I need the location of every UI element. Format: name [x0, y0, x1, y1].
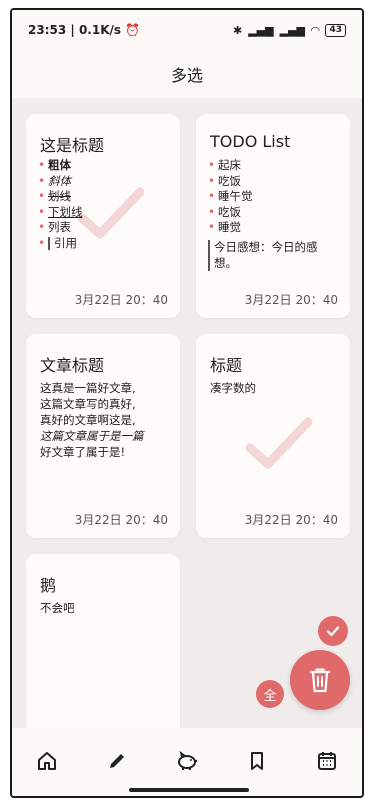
note-date: 3月22日 20：40 [244, 513, 338, 527]
list-item: • 吃饭 [208, 204, 241, 219]
note-body: 这真是一篇好文章, 这篇文章写的真好, 真好的文章啊这是, 这篇文章属于是一篇 … [40, 381, 144, 459]
piggy-bank-icon [178, 750, 197, 770]
list-item: • 睡觉 [208, 220, 241, 234]
confirm-select-button[interactable] [318, 616, 348, 646]
page-title: 多选 [170, 66, 203, 85]
note-card[interactable]: 标题 凑字数的 3月22日 20：40 [196, 334, 350, 538]
wifi-icon: ◠ [311, 23, 320, 37]
list-item: • 吃饭 [208, 173, 241, 188]
list-item: • 粗体 [38, 158, 71, 172]
note-date: 3月22日 20：40 [74, 513, 168, 527]
home-indicator [129, 788, 249, 792]
notes-grid: 这是标题 • 粗体 • 斜体 • 划线 • 下划线 • 列表 • 引用 3月22日 20：4… [12, 98, 362, 728]
select-all-button[interactable]: 全 [256, 680, 284, 708]
note-body: 凑字数的 [210, 381, 256, 395]
home-icon [38, 752, 56, 770]
note-title: 标题 [210, 356, 243, 375]
pencil-icon [110, 754, 124, 768]
nav-calendar[interactable] [312, 746, 342, 776]
signal-icon: ▂▄▆ [248, 23, 274, 37]
status-speed: 0.1K/s [78, 23, 122, 37]
list-item: • 睡午觉 [208, 189, 253, 203]
trash-icon [309, 668, 331, 693]
battery-icon: 43 [325, 23, 346, 37]
note-date: 3月22日 20：40 [74, 293, 168, 307]
nav-edit[interactable] [102, 746, 132, 776]
phone-frame: 23:53 | 0.1K/s ⏰ ✱ ▂▄▆ ▂▄▆ ◠ 43 多选 这是标题 … [10, 8, 364, 798]
list-item: • 下划线 [38, 204, 83, 219]
status-left: 23:53 | 0.1K/s ⏰ [28, 23, 141, 37]
delete-button[interactable] [290, 650, 350, 710]
note-card[interactable]: 这是标题 • 粗体 • 斜体 • 划线 • 下划线 • 列表 • 引用 3月22日 20：4… [26, 114, 180, 318]
signal-icon-2: ▂▄▆ [279, 23, 305, 37]
note-quote: 今日感想：今日的感 想。 [208, 240, 318, 271]
note-card[interactable]: TODO List • 起床 • 吃饭 • 睡午觉 • 吃饭 • 睡觉 今日感想：今日的感… [196, 114, 350, 318]
selected-check-icon [77, 187, 145, 239]
selected-check-icon [245, 417, 313, 469]
note-card[interactable]: 文章标题 这真是一篇好文章, 这篇文章写的真好, 真好的文章啊这是, 这篇文章属… [26, 334, 180, 538]
list-item: • 起床 [208, 158, 241, 172]
nav-home[interactable] [32, 746, 62, 776]
list-item: • 斜体 [38, 173, 71, 188]
calendar-icon [318, 752, 336, 770]
list-item: • 引用 [38, 235, 77, 250]
note-body: 不会吧 [40, 601, 75, 615]
status-right: ✱ ▂▄▆ ▂▄▆ ◠ 43 [233, 23, 346, 37]
note-date: 3月22日 20：40 [244, 293, 338, 307]
note-title: TODO List [210, 132, 291, 151]
app-bar: 多选 [12, 50, 362, 98]
note-list: • 起床 • 吃饭 • 睡午觉 • 吃饭 • 睡觉 [208, 158, 253, 236]
note-title: 文章标题 [40, 356, 105, 375]
list-item: • 列表 [38, 220, 71, 234]
note-list: • 粗体 • 斜体 • 划线 • 下划线 • 列表 • 引用 [38, 158, 83, 251]
note-card[interactable]: 鹅 不会吧 [26, 554, 180, 728]
alarm-icon: ⏰ [125, 23, 141, 37]
nav-bookmark[interactable] [242, 746, 272, 776]
nav-savings[interactable] [172, 746, 202, 776]
status-bar: 23:53 | 0.1K/s ⏰ ✱ ▂▄▆ ▂▄▆ ◠ 43 [12, 10, 362, 50]
bookmark-icon [251, 752, 263, 770]
bluetooth-icon: ✱ [233, 23, 243, 37]
list-item: • 划线 [38, 189, 71, 203]
status-time: 23:53 [28, 23, 67, 37]
note-title: 鹅 [40, 576, 57, 595]
check-icon [326, 626, 340, 637]
note-title: 这是标题 [40, 136, 105, 155]
